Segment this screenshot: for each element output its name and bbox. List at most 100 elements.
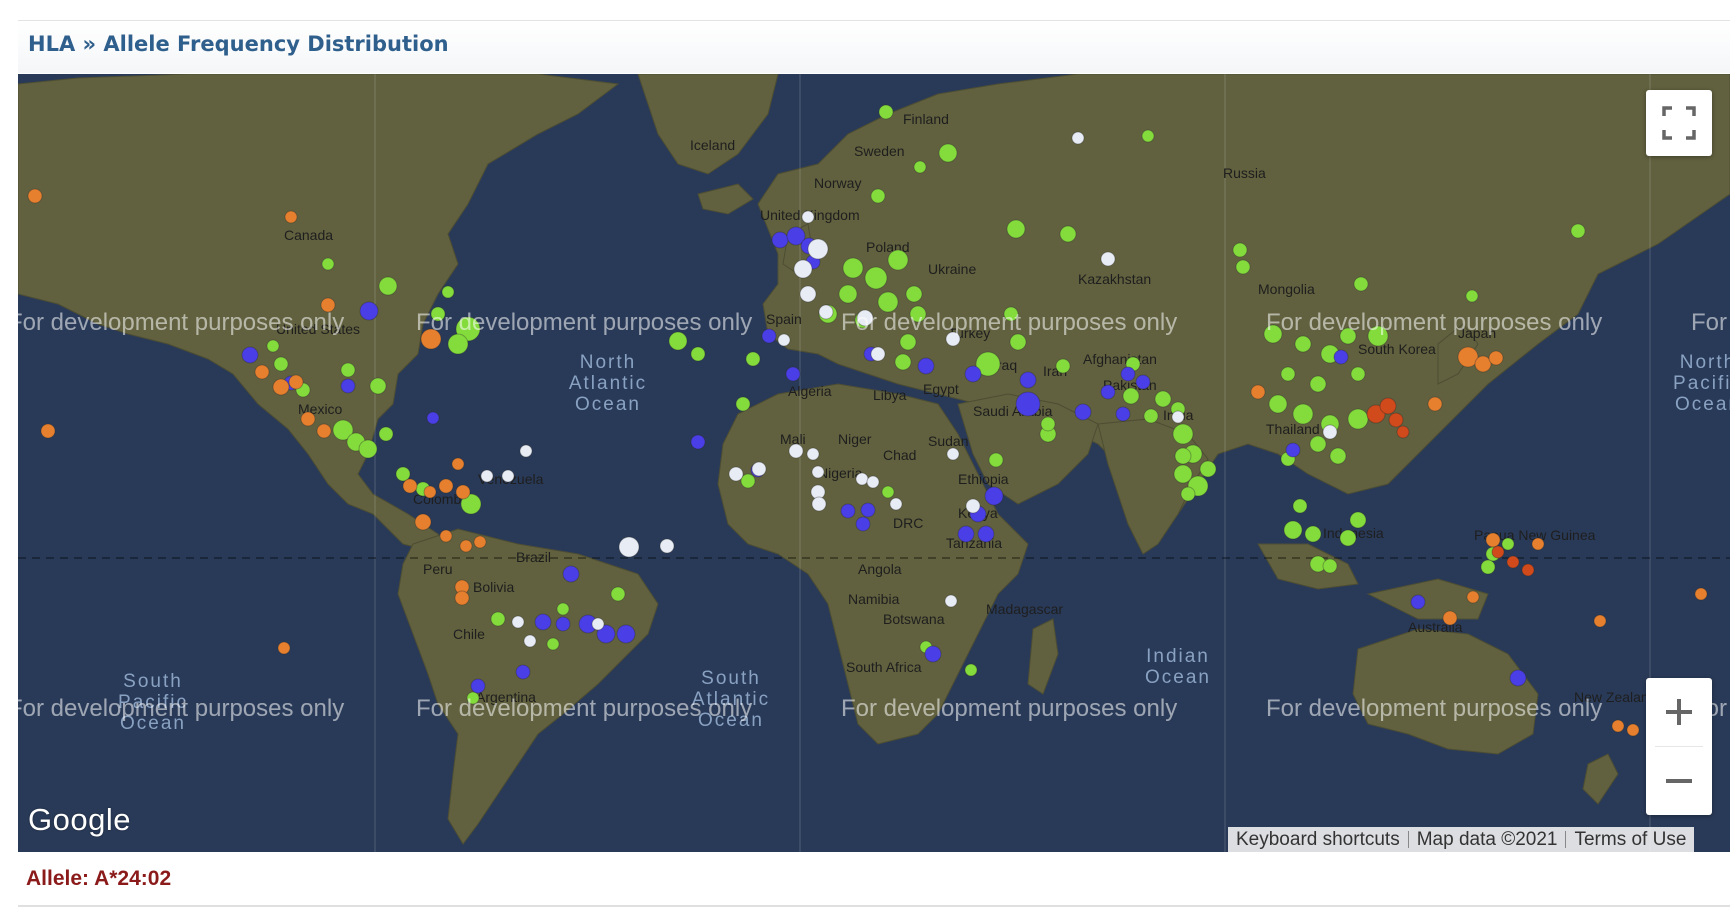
label-chad: Chad (883, 447, 916, 463)
zoom-control (1646, 678, 1712, 815)
marker-green (273, 356, 289, 372)
label-bolivia: Bolivia (473, 579, 514, 595)
marker-green (1480, 559, 1496, 575)
watermark-text: For development purposes only (416, 695, 752, 722)
marker-blue (771, 231, 789, 249)
marker-green (881, 485, 895, 499)
panel-bottom-border (18, 905, 1730, 907)
marker-blue (1120, 366, 1136, 382)
ocean-north-pacific-2: Pacific (1673, 373, 1730, 394)
label-madagascar: Madagascar (986, 601, 1063, 617)
marker-red (1388, 412, 1404, 428)
marker-green (1570, 223, 1586, 239)
map-canvas: North Atlantic Ocean South Atlantic Ocean So… (18, 74, 1730, 852)
marker-green (1339, 529, 1357, 547)
marker-orange (1427, 396, 1443, 412)
marker-white (751, 461, 767, 477)
marker-green (369, 377, 387, 395)
marker-green (1141, 129, 1155, 143)
marker-orange (423, 485, 437, 499)
label-kazakhstan: Kazakhstan (1078, 271, 1151, 287)
marker-orange (439, 529, 453, 543)
label-drc: DRC (893, 515, 923, 531)
marker-green (441, 285, 455, 299)
marker-green (490, 611, 506, 627)
marker-blue (1074, 403, 1092, 421)
label-ethiopia: Ethiopia (958, 471, 1009, 487)
watermark-text: For development purposes only (841, 309, 1177, 336)
fullscreen-button[interactable] (1646, 90, 1712, 156)
marker-blue (785, 366, 801, 382)
marker-green (1180, 486, 1196, 502)
marker-green (1059, 225, 1077, 243)
label-finland: Finland (903, 111, 949, 127)
world-map[interactable]: North Atlantic Ocean South Atlantic Ocean So… (18, 74, 1730, 852)
marker-white (806, 447, 820, 461)
marker-blue (470, 678, 486, 694)
marker-white (1100, 251, 1116, 267)
marker-white (480, 469, 494, 483)
marker-white (591, 617, 605, 631)
marker-green (1172, 423, 1194, 445)
marker-orange (27, 188, 43, 204)
label-namibia: Namibia (848, 591, 900, 607)
marker-blue (917, 357, 935, 375)
marker-orange (1250, 384, 1266, 400)
allele-frequency-panel: HLA » Allele Frequency Distribution Nort… (18, 20, 1730, 907)
marker-green (1292, 498, 1308, 514)
marker-white (946, 447, 960, 461)
marker-blue (1135, 374, 1151, 390)
marker-green (358, 439, 378, 459)
marker-white (793, 259, 813, 279)
label-angola: Angola (858, 561, 902, 577)
watermark-text: For development purposes only (841, 695, 1177, 722)
marker-green (1322, 558, 1338, 574)
marker-white (807, 238, 829, 260)
label-spain: Spain (766, 311, 802, 327)
marker-white (889, 497, 903, 511)
panel-header: HLA » Allele Frequency Distribution (18, 21, 1730, 73)
marker-white (1322, 424, 1338, 440)
marker-orange (438, 478, 454, 494)
ocean-indian-1: Indian (1146, 646, 1210, 667)
marker-white (870, 346, 886, 362)
terms-of-use-link[interactable]: Terms of Use (1566, 829, 1694, 851)
marker-blue (860, 502, 876, 518)
marker-green (1009, 333, 1027, 351)
keyboard-shortcuts-link[interactable]: Keyboard shortcuts (1228, 829, 1408, 851)
marker-white (811, 465, 825, 479)
marker-blue (984, 486, 1004, 506)
marker-blue (1509, 669, 1527, 687)
marker-blue (515, 664, 531, 680)
marker-green (1122, 387, 1140, 405)
zoom-in-button[interactable] (1646, 678, 1712, 746)
marker-blue (616, 624, 636, 644)
marker-green (1353, 276, 1369, 292)
marker-orange (316, 423, 332, 439)
marker-white (728, 466, 744, 482)
marker-green (1349, 511, 1367, 529)
svg-text:NorthPacificOcean: NorthPacificOcean (1673, 352, 1730, 415)
map-data-text: Map data ©2021 (1416, 828, 1558, 850)
marker-green (1154, 390, 1172, 408)
marker-green (964, 663, 978, 677)
marker-green (878, 104, 894, 120)
marker-green (1055, 358, 1071, 374)
marker-green (1309, 375, 1327, 393)
marker-white (866, 475, 880, 489)
zoom-out-button[interactable] (1646, 747, 1712, 815)
marker-white (659, 538, 675, 554)
marker-orange (277, 641, 291, 655)
marker-white (1171, 410, 1185, 424)
marker-green (1294, 335, 1312, 353)
marker-white (777, 333, 791, 347)
marker-green (887, 249, 909, 271)
marker-green (1235, 259, 1251, 275)
marker-blue (957, 525, 975, 543)
marker-green (988, 452, 1004, 468)
marker-green (870, 188, 886, 204)
label-sweden: Sweden (854, 143, 905, 159)
label-ukraine: Ukraine (928, 261, 976, 277)
breadcrumb-title: HLA » Allele Frequency Distribution (28, 32, 449, 56)
marker-green (1268, 394, 1288, 414)
